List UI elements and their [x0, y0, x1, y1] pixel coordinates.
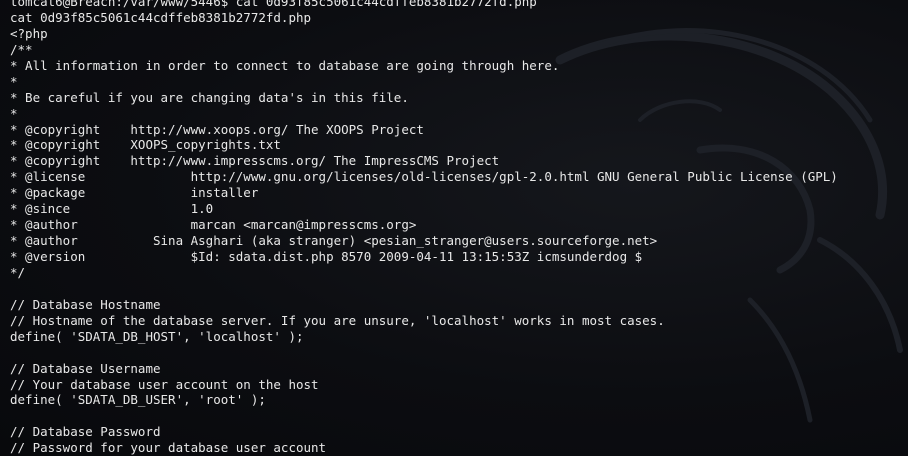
terminal-line: * @since 1.0: [10, 201, 214, 217]
terminal-line: * @author marcan <marcan@impresscms.org>: [10, 217, 417, 233]
terminal-line: * @copyright http://www.xoops.org/ The X…: [10, 121, 424, 137]
terminal-line: // Hostname of the database server. If y…: [10, 312, 665, 328]
terminal-window[interactable]: tomcat6@Breach:/var/www/5446$ cat 0d93f8…: [0, 0, 908, 456]
terminal-line: * @copyright http://www.impresscms.org/ …: [10, 153, 500, 169]
terminal-line: * @copyright XOOPS_copyrights.txt: [10, 137, 281, 153]
terminal-line: * @version $Id: sdata.dist.php 8570 2009…: [10, 249, 643, 264]
terminal-line: // Database Hostname: [10, 296, 161, 312]
terminal-line: *: [10, 73, 18, 89]
terminal-line: */: [10, 264, 26, 280]
command-prompt-line: tomcat6@Breach:/var/www/5446$ cat 0d93f8…: [10, 0, 537, 9]
terminal-line: * @author Sina Asghari (aka stranger) <p…: [10, 233, 658, 249]
terminal-line: // Password for your database user accou…: [10, 440, 327, 456]
terminal-line: cat 0d93f85c5061c44cdffeb8381b2772fd.php: [10, 9, 312, 25]
terminal-line: <?php: [10, 25, 48, 41]
terminal-line: * @package installer: [10, 185, 259, 201]
terminal-line: * @license http://www.gnu.org/licenses/o…: [10, 169, 838, 185]
terminal-line: // Database Username: [10, 360, 161, 376]
terminal-output: tomcat6@Breach:/var/www/5446$ cat 0d93f8…: [10, 0, 838, 456]
terminal-line: /**: [10, 41, 33, 57]
terminal-line: *: [10, 105, 18, 121]
terminal-line: define( 'SDATA_DB_USER', 'root' );: [10, 392, 266, 408]
terminal-line: * All information in order to connect to…: [10, 57, 560, 73]
terminal-line: // Database Password: [10, 424, 161, 440]
terminal-line: define( 'SDATA_DB_HOST', 'localhost' );: [10, 328, 304, 344]
terminal-line: * Be careful if you are changing data's …: [10, 89, 409, 105]
terminal-line: // Your database user account on the hos…: [10, 376, 319, 392]
